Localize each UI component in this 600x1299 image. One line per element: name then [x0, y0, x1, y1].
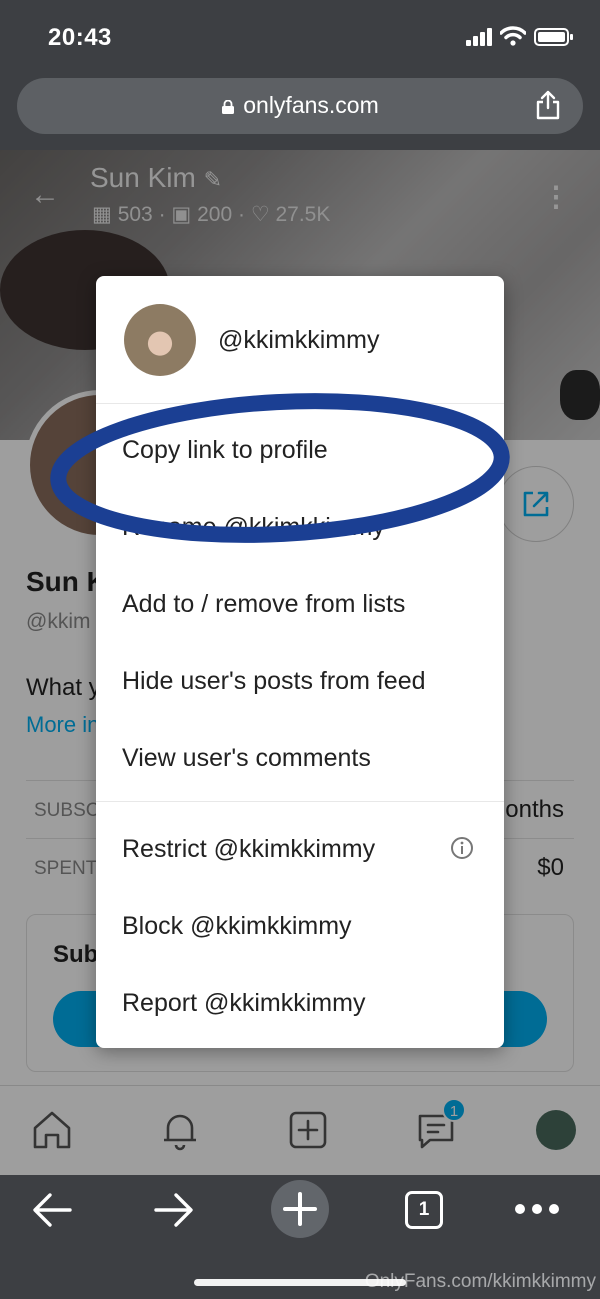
menu-item-block[interactable]: Block @kkimkkimmy	[122, 912, 352, 941]
menu-header: @kkimkkimmy	[96, 276, 504, 404]
battery-icon	[534, 28, 573, 46]
browser-back-icon[interactable]	[30, 1185, 74, 1235]
watermark: OnlyFans.com/kkimkkimmy	[364, 1271, 596, 1292]
browser-forward-icon[interactable]	[152, 1185, 196, 1235]
share-icon[interactable]	[535, 90, 561, 120]
tabs-button[interactable]: 1	[405, 1191, 443, 1229]
menu-handle: @kkimkkimmy	[218, 326, 380, 354]
address-bar[interactable]: onlyfans.com	[17, 78, 583, 134]
signal-icon	[466, 28, 492, 46]
lock-icon	[222, 100, 235, 114]
more-options-icon[interactable]	[514, 1197, 560, 1221]
menu-item-report[interactable]: Report @kkimkkimmy	[122, 989, 365, 1018]
menu-item-restrict[interactable]: Restrict @kkimkkimmy	[122, 835, 375, 864]
wifi-icon	[500, 26, 526, 46]
menu-divider	[96, 801, 504, 802]
annotation-ellipse	[50, 393, 510, 543]
status-bar: 20:43	[0, 0, 600, 70]
menu-item-lists[interactable]: Add to / remove from lists	[122, 590, 405, 619]
browser-address-area: onlyfans.com	[0, 70, 600, 150]
address-url: onlyfans.com	[243, 92, 379, 118]
browser-toolbar: 1 OnlyFans.com/kkimkkimmy	[0, 1175, 600, 1299]
menu-item-hide-posts[interactable]: Hide user's posts from feed	[122, 667, 426, 696]
menu-avatar	[124, 304, 196, 376]
status-time: 20:43	[48, 24, 112, 51]
new-tab-icon[interactable]	[270, 1179, 330, 1239]
info-icon[interactable]	[450, 836, 474, 860]
menu-item-view-comments[interactable]: View user's comments	[122, 744, 371, 773]
address-text-wrap: onlyfans.com	[17, 92, 583, 119]
